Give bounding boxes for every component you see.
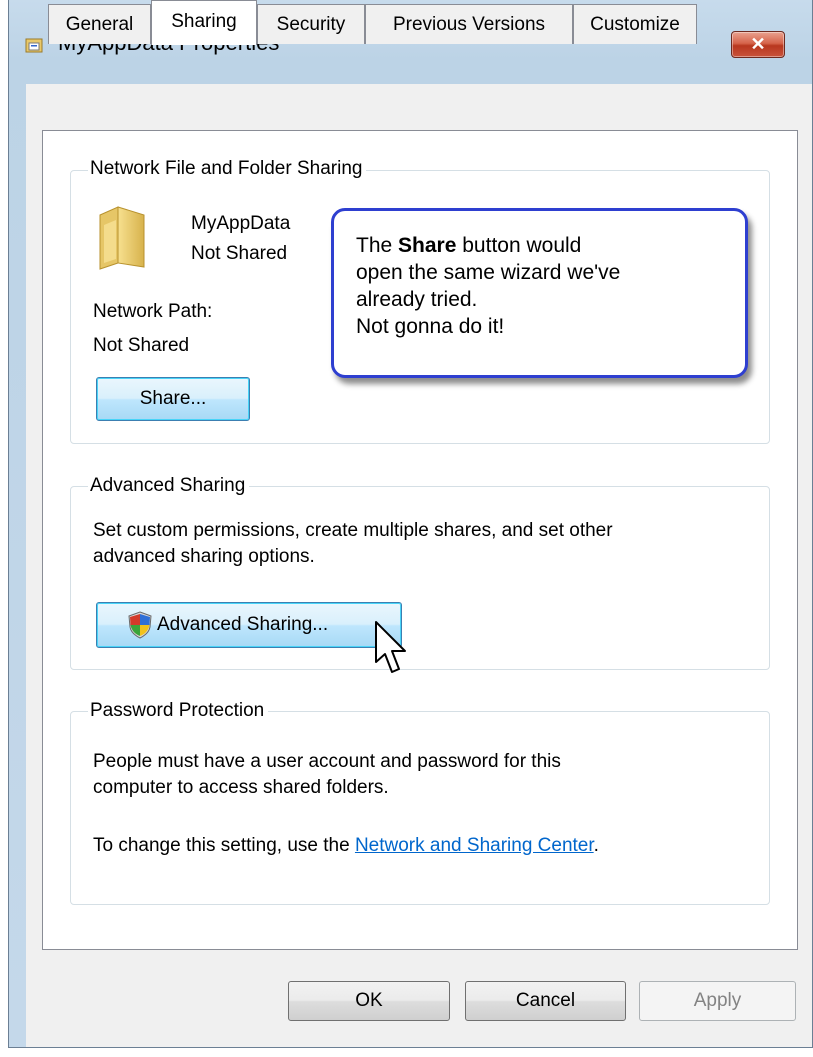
advanced-sharing-button-label: Advanced Sharing...	[157, 614, 329, 635]
share-button[interactable]: Share...	[96, 377, 250, 421]
callout-line2: open the same wizard we've	[356, 261, 621, 284]
folder-properties-icon	[25, 38, 43, 53]
close-button[interactable]: ✕	[731, 31, 785, 58]
tab-security[interactable]: Security	[257, 4, 365, 44]
callout-line3: already tried.	[356, 288, 478, 311]
mouse-cursor-icon	[375, 621, 406, 673]
ok-button[interactable]: OK	[288, 981, 450, 1021]
cancel-button-label: Cancel	[515, 990, 576, 1011]
network-path-value: Not Shared	[93, 335, 190, 356]
ok-button-label: OK	[355, 990, 383, 1011]
tab-sharing[interactable]: Sharing	[151, 0, 257, 45]
password-protection-line2: computer to access shared folders.	[93, 777, 389, 798]
network-sharing-center-link[interactable]: Network and Sharing Center	[355, 835, 594, 856]
folder-share-status: Not Shared	[191, 243, 288, 264]
tab-general[interactable]: General	[48, 4, 151, 44]
apply-button-label: Apply	[693, 990, 742, 1011]
advanced-sharing-desc-line2: advanced sharing options.	[93, 546, 315, 567]
password-change-suffix: .	[593, 835, 599, 856]
folder-icon	[99, 206, 145, 270]
password-protection-group-label: Password Protection	[88, 700, 269, 722]
callout-line1-suffix: button would	[462, 234, 582, 257]
network-sharing-group-label: Network File and Folder Sharing	[88, 158, 367, 180]
network-path-label: Network Path:	[93, 301, 213, 322]
password-change-text: To change this setting, use the Network …	[93, 834, 599, 858]
annotation-callout: The Share button would open the same wiz…	[331, 208, 748, 378]
password-protection-group	[70, 711, 770, 905]
tab-customize[interactable]: Customize	[573, 4, 697, 44]
tab-previous-versions[interactable]: Previous Versions	[365, 4, 573, 44]
callout-line1-prefix: The	[356, 234, 393, 257]
apply-button[interactable]: Apply	[639, 981, 796, 1021]
folder-name: MyAppData	[191, 213, 291, 234]
cancel-button[interactable]: Cancel	[465, 981, 626, 1021]
share-button-label: Share...	[139, 388, 207, 409]
callout-text: The Share button would open the same wiz…	[356, 232, 620, 340]
callout-line4: Not gonna do it!	[356, 315, 505, 338]
advanced-sharing-desc-line1: Set custom permissions, create multiple …	[93, 520, 613, 541]
password-protection-line1: People must have a user account and pass…	[93, 751, 561, 772]
advanced-sharing-button[interactable]: Advanced Sharing...	[96, 602, 402, 648]
close-icon: ✕	[750, 34, 766, 54]
callout-bold-word: Share	[398, 234, 457, 257]
advanced-sharing-group-label: Advanced Sharing	[88, 475, 250, 497]
password-change-prefix: To change this setting, use the	[93, 835, 350, 856]
uac-shield-icon	[128, 611, 152, 639]
